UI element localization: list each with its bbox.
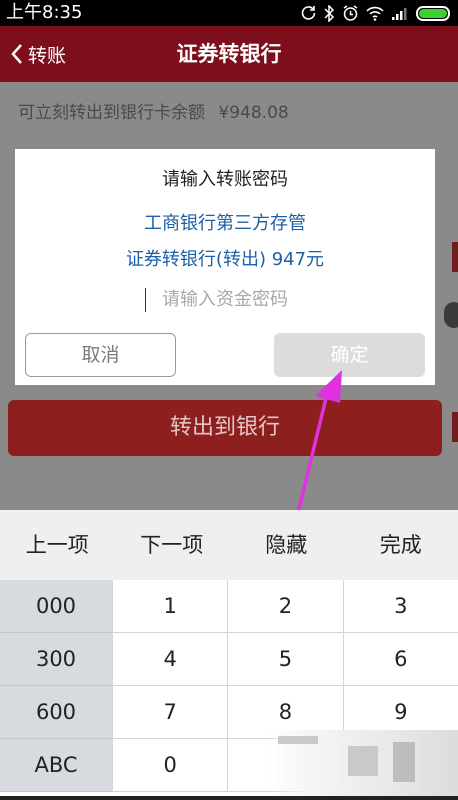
key-2[interactable]: 2 — [227, 580, 343, 633]
watermark-overlay — [268, 730, 458, 800]
balance-row: 可立刻转出到银行卡余额 ¥948.08 — [0, 82, 458, 144]
key-prefix-600[interactable]: 600 — [0, 686, 112, 739]
signal-icon — [392, 7, 407, 20]
password-dialog: 请输入转账密码 工商银行第三方存管 证券转银行(转出) 947元 取消 确定 — [15, 149, 435, 385]
status-icons — [301, 3, 450, 23]
key-4[interactable]: 4 — [112, 633, 228, 686]
key-6[interactable]: 6 — [342, 633, 458, 686]
toggle-knob — [444, 302, 458, 328]
text-cursor — [145, 288, 146, 312]
keypad-row: 300 4 5 6 — [0, 633, 458, 686]
balance-value: ¥948.08 — [218, 103, 289, 123]
status-bar: 上午8:35 — [0, 0, 458, 26]
key-prefix-300[interactable]: 300 — [0, 633, 112, 686]
status-time: 上午8:35 — [6, 2, 83, 23]
key-prefix-000[interactable]: 000 — [0, 580, 112, 633]
dialog-bank-name: 工商银行第三方存管 — [144, 213, 306, 234]
nav-bar: 转账 证券转银行 — [0, 26, 458, 82]
battery-icon — [416, 5, 450, 21]
battery-level — [419, 8, 447, 18]
dialog-transfer-amount: 证券转银行(转出) 947元 — [125, 249, 325, 270]
dialog-title: 请输入转账密码 — [162, 169, 288, 190]
key-5[interactable]: 5 — [227, 633, 343, 686]
bluetooth-icon — [324, 4, 335, 22]
transfer-out-button[interactable]: 转出到银行 — [8, 400, 442, 456]
key-1[interactable]: 1 — [112, 580, 228, 633]
watermark-block — [278, 736, 318, 744]
key-3[interactable]: 3 — [342, 580, 458, 633]
keypad-row: 000 1 2 3 — [0, 580, 458, 633]
done-button[interactable]: 完成 — [344, 510, 458, 580]
wifi-icon — [366, 6, 384, 21]
keyboard-action-bar: 上一项 下一项 隐藏 完成 — [0, 510, 458, 580]
previous-field-button[interactable]: 上一项 — [0, 510, 115, 580]
cancel-button[interactable]: 取消 — [25, 333, 176, 377]
watermark-block — [393, 742, 415, 782]
key-7[interactable]: 7 — [112, 686, 228, 739]
bottom-edge — [0, 796, 458, 800]
edge-strip — [452, 242, 458, 272]
next-field-button[interactable]: 下一项 — [115, 510, 230, 580]
edge-strip — [452, 412, 458, 442]
balance-label: 可立刻转出到银行卡余额 — [18, 103, 205, 123]
alarm-sync-icon — [301, 6, 316, 20]
watermark-block — [348, 746, 378, 776]
password-input[interactable] — [55, 283, 395, 315]
page-title: 证券转银行 — [176, 42, 282, 66]
confirm-button[interactable]: 确定 — [274, 333, 425, 377]
key-abc[interactable]: ABC — [0, 739, 112, 792]
hide-keyboard-button[interactable]: 隐藏 — [229, 510, 344, 580]
key-0[interactable]: 0 — [112, 739, 228, 792]
alarm-clock-icon — [343, 4, 358, 21]
